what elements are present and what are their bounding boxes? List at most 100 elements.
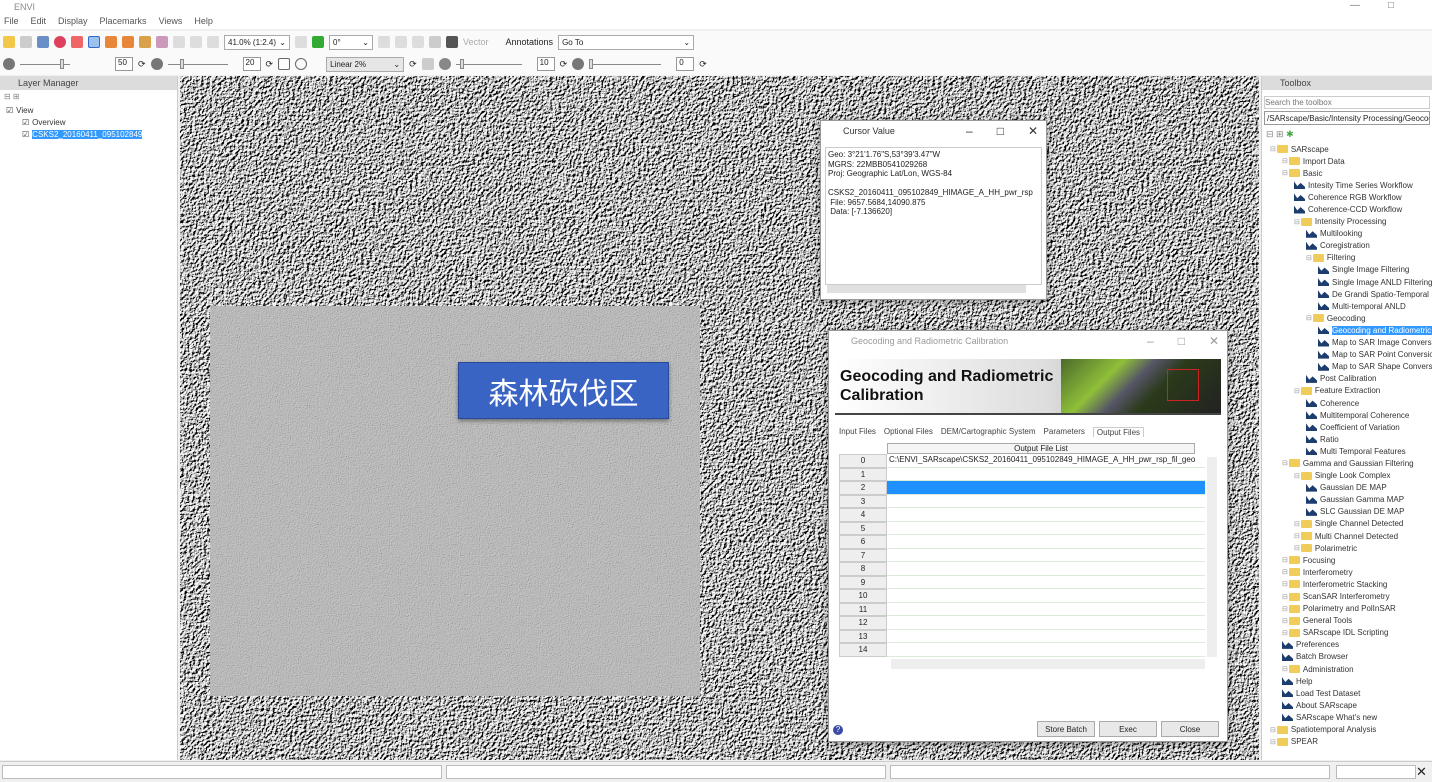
- maximize-button[interactable]: □: [1388, 0, 1394, 11]
- vertical-scrollbar[interactable]: [1207, 457, 1217, 657]
- close-icon[interactable]: ✕: [1416, 764, 1427, 780]
- expand-icon[interactable]: ⊟: [1282, 157, 1288, 165]
- tree-folder[interactable]: ⊟ SARscape IDL Scripting: [1270, 627, 1432, 639]
- expand-icon[interactable]: ⊟: [1294, 218, 1300, 226]
- expand-icon[interactable]: ⊟: [1282, 556, 1288, 564]
- output-file-cell[interactable]: [887, 616, 1205, 630]
- table-row[interactable]: 5: [839, 521, 1205, 535]
- data-manager-icon[interactable]: [20, 36, 32, 48]
- tree-folder[interactable]: ⊟ ScanSAR Interferometry: [1270, 590, 1432, 602]
- expand-icon[interactable]: ⊟: [1282, 459, 1288, 467]
- tree-folder[interactable]: ⊟ SPEAR: [1270, 736, 1432, 748]
- table-row[interactable]: 3: [839, 494, 1205, 508]
- north-icon[interactable]: [312, 36, 324, 48]
- layer-item[interactable]: ☑ View: [6, 104, 177, 116]
- checkbox-icon[interactable]: ☑: [22, 130, 29, 139]
- tree-folder[interactable]: ⊟ Import Data: [1270, 155, 1432, 167]
- tree-folder[interactable]: ⊟ Feature Extraction: [1270, 385, 1432, 397]
- vector-menu[interactable]: Vector: [463, 37, 489, 47]
- roam-icon[interactable]: [122, 36, 134, 48]
- tree-tool[interactable]: SLC Gaussian DE MAP: [1270, 506, 1432, 518]
- crop-icon[interactable]: [278, 58, 291, 70]
- expand-icon[interactable]: ⊟: [1270, 726, 1276, 734]
- output-file-cell[interactable]: [887, 549, 1205, 562]
- table-row[interactable]: 2: [839, 481, 1205, 495]
- checkbox-icon[interactable]: ☑: [6, 106, 13, 115]
- hand-icon[interactable]: [378, 36, 390, 48]
- tree-tool[interactable]: Preferences: [1270, 639, 1432, 651]
- minimize-button[interactable]: —: [1350, 0, 1360, 11]
- expand-icon[interactable]: ⊟: [1294, 387, 1300, 395]
- expand-icon[interactable]: ⊟: [1294, 472, 1300, 480]
- tree-folder[interactable]: ⊟ Basic: [1270, 167, 1432, 179]
- tab-parameters[interactable]: Parameters: [1044, 427, 1085, 437]
- expand-icon[interactable]: ⊟: [1306, 254, 1312, 262]
- pin-icon[interactable]: [54, 36, 66, 48]
- measure-icon[interactable]: [429, 36, 441, 48]
- output-file-cell[interactable]: [887, 603, 1205, 616]
- menu-help[interactable]: Help: [194, 16, 213, 26]
- select-icon[interactable]: [88, 36, 100, 48]
- layer-item[interactable]: ☑ CSKS2_20160411_095102849: [6, 128, 177, 140]
- close-button[interactable]: ✕: [1028, 124, 1038, 138]
- tree-tool[interactable]: Map to SAR Shape Conversion: [1270, 361, 1432, 373]
- zoom-tool-icon[interactable]: [156, 36, 168, 48]
- tree-tool[interactable]: Help: [1270, 675, 1432, 687]
- close-dialog-button[interactable]: Close: [1161, 721, 1219, 737]
- brightness-value[interactable]: 50: [115, 57, 133, 71]
- tree-folder[interactable]: ⊟ Interferometric Stacking: [1270, 578, 1432, 590]
- expand-icon[interactable]: ⊟: [1270, 738, 1276, 746]
- output-file-cell[interactable]: [887, 589, 1205, 603]
- tree-tool[interactable]: Multilooking: [1270, 228, 1432, 240]
- tree-folder[interactable]: ⊟ Filtering: [1270, 252, 1432, 264]
- close-button[interactable]: ✕: [1209, 334, 1219, 348]
- output-file-cell[interactable]: [887, 481, 1205, 495]
- tab-dem-cartographic-system[interactable]: DEM/Cartographic System: [941, 427, 1036, 437]
- minimize-button[interactable]: –: [966, 124, 973, 138]
- brightness-slider[interactable]: [20, 58, 70, 69]
- expand-icon[interactable]: ⊟: [1282, 629, 1288, 637]
- expand-icon[interactable]: ⊟: [1282, 580, 1288, 588]
- tree-folder[interactable]: ⊟ Polarimetric: [1270, 542, 1432, 554]
- table-row[interactable]: 14: [839, 643, 1205, 657]
- chart-icon[interactable]: [395, 36, 407, 48]
- expand-icon[interactable]: ⊟: [1294, 532, 1300, 540]
- table-row[interactable]: 1: [839, 467, 1205, 481]
- tree-tool[interactable]: Multitemporal Coherence: [1270, 409, 1432, 421]
- tree-tool[interactable]: Single Image Filtering: [1270, 264, 1432, 276]
- tab-optional-files[interactable]: Optional Files: [884, 427, 933, 437]
- output-file-cell[interactable]: [887, 576, 1205, 589]
- minimize-button[interactable]: –: [1147, 334, 1154, 348]
- expand-icon[interactable]: ⊟: [1282, 169, 1288, 177]
- open-icon[interactable]: [3, 36, 15, 48]
- horizontal-scrollbar[interactable]: [891, 658, 1205, 669]
- annotations-menu[interactable]: Annotations: [506, 37, 554, 47]
- zoom-select[interactable]: 41.0% (1:2.4) ⌄: [224, 34, 290, 50]
- table-row[interactable]: 0 C:\ENVI_SARscape\CSKS2_20160411_0951028…: [839, 454, 1205, 468]
- exec-button[interactable]: Exec: [1099, 721, 1157, 737]
- store-batch-button[interactable]: Store Batch: [1037, 721, 1095, 737]
- sharpen-value[interactable]: 10: [536, 57, 555, 71]
- profile-icon[interactable]: [412, 36, 424, 48]
- table-row[interactable]: 7: [839, 548, 1205, 562]
- tree-folder[interactable]: ⊟ Polarimetry and PolInSAR: [1270, 603, 1432, 615]
- tree-folder[interactable]: ⊟ Gamma and Gaussian Filtering: [1270, 457, 1432, 469]
- goto-input[interactable]: Go To ⌄: [558, 34, 695, 50]
- reset-icon[interactable]: ⟳: [560, 59, 568, 70]
- tree-folder[interactable]: ⊟ Single Channel Detected: [1270, 518, 1432, 530]
- output-file-cell[interactable]: [887, 468, 1205, 481]
- menu-display[interactable]: Display: [58, 16, 88, 26]
- maximize-button[interactable]: □: [997, 124, 1004, 138]
- histogram-icon[interactable]: [421, 58, 434, 70]
- tree-folder[interactable]: ⊟ SARscape: [1270, 143, 1432, 155]
- expand-icon[interactable]: ⊟: [1270, 145, 1276, 153]
- contrast-value[interactable]: 20: [242, 57, 261, 71]
- tree-tool[interactable]: Coherence RGB Workflow: [1270, 191, 1432, 203]
- tree-folder[interactable]: ⊟ Multi Channel Detected: [1270, 530, 1432, 542]
- layer-icon[interactable]: [37, 36, 49, 48]
- tree-tool[interactable]: Gaussian Gamma MAP: [1270, 494, 1432, 506]
- stretch-select[interactable]: Linear 2% ⌄: [326, 56, 405, 72]
- tree-folder[interactable]: ⊟ Focusing: [1270, 554, 1432, 566]
- output-file-cell[interactable]: [887, 630, 1205, 643]
- tree-tool[interactable]: Coherence: [1270, 397, 1432, 409]
